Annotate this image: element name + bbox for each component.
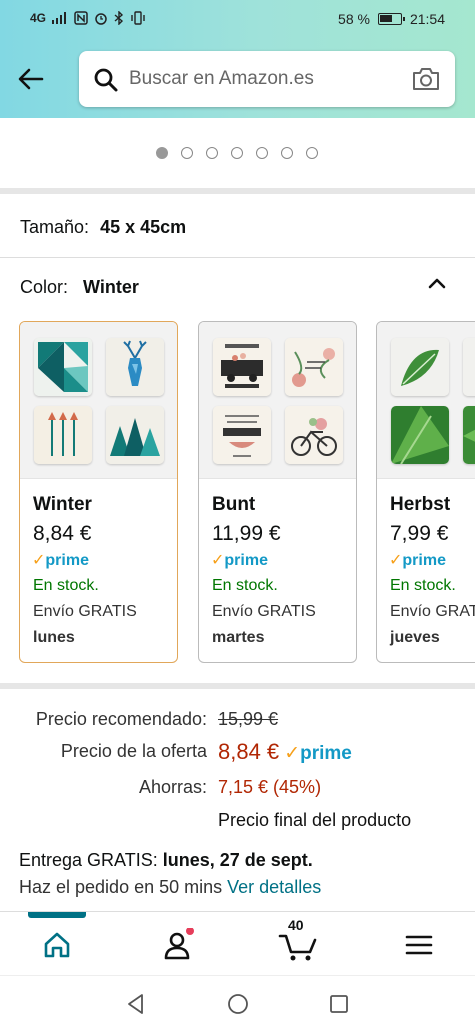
swatch-price: 8,84 € [33, 522, 92, 545]
color-swatch-list: Winter 8,84 € ✓prime En stock. Envío GRA… [19, 321, 475, 663]
offer-price-value: 8,84 € [218, 739, 280, 764]
swatch-price: 11,99 € [212, 522, 281, 545]
alarm-icon [95, 13, 107, 25]
delivery-label: Entrega GRATIS: [19, 850, 158, 870]
delivery-day: lunes [33, 629, 75, 646]
prime-badge: ✓prime [389, 552, 446, 569]
clock: 21:54 [409, 11, 445, 27]
system-navigation [0, 975, 475, 1029]
signal-icon [52, 12, 67, 24]
size-value: 45 x 45cm [100, 217, 187, 237]
swatch-bunt[interactable]: Bunt 11,99 € ✓prime En stock. Envío GRAT… [198, 321, 357, 663]
delivery-info: Entrega GRATIS: lunes, 27 de sept. [19, 850, 313, 871]
chevron-up-icon[interactable] [426, 272, 448, 294]
battery-percent: 58 % [338, 11, 370, 27]
home-icon[interactable] [40, 928, 74, 962]
swatch-herbst[interactable]: Herbst 7,99 € ✓prime En stock. Envío GRA… [376, 321, 475, 663]
active-tab-indicator [28, 912, 86, 918]
network-label: 4G [30, 11, 47, 25]
carousel-dot[interactable] [156, 147, 168, 159]
swatch-name: Herbst [390, 494, 451, 515]
search-bar[interactable] [79, 51, 455, 107]
offer-price: 8,84 € ✓prime [218, 739, 352, 765]
cart-icon[interactable] [278, 928, 318, 962]
bluetooth-icon [114, 11, 124, 25]
recommended-price-label: Precio recomendado: [35, 709, 207, 729]
camera-icon[interactable] [411, 66, 441, 92]
home-circle-icon[interactable] [226, 992, 250, 1016]
product-image-herbst [377, 322, 475, 479]
prime-label: prime [402, 552, 446, 569]
cart-count: 40 [288, 917, 304, 933]
divider [0, 188, 475, 194]
search-input[interactable] [129, 65, 399, 93]
swatch-name: Bunt [212, 494, 256, 515]
arrow-left-icon[interactable] [16, 64, 46, 94]
nfc-icon [74, 11, 88, 25]
shipping-info: Envío GRATIS [390, 603, 475, 620]
shipping-info: Envío GRATIS [33, 603, 137, 620]
back-triangle-icon[interactable] [124, 992, 148, 1016]
top-header: 4G 58 % 21:54 [0, 0, 475, 118]
prime-label: prime [224, 552, 268, 569]
recents-square-icon[interactable] [327, 992, 351, 1016]
status-bar: 4G 58 % 21:54 [0, 9, 475, 31]
divider [0, 257, 475, 258]
color-value: Winter [83, 277, 139, 297]
size-selector[interactable]: Tamaño: 45 x 45cm [20, 217, 186, 238]
notification-dot [186, 928, 194, 935]
prime-badge: ✓prime [211, 552, 268, 569]
image-carousel-dots [156, 147, 318, 159]
delivery-date: lunes, 27 de sept. [162, 850, 313, 870]
order-deadline: Haz el pedido en 50 mins Ver detalles [19, 877, 321, 898]
color-selector[interactable]: Color: Winter [20, 277, 139, 298]
divider [0, 683, 475, 689]
menu-icon[interactable] [402, 928, 436, 962]
offer-price-label: Precio de la oferta [60, 741, 207, 761]
order-deadline-text: Haz el pedido en 50 mins [19, 877, 223, 897]
delivery-day: martes [212, 629, 265, 646]
shipping-info: Envío GRATIS [212, 603, 316, 620]
swatch-winter[interactable]: Winter 8,84 € ✓prime En stock. Envío GRA… [19, 321, 178, 663]
savings-value: 7,15 € (45%) [218, 777, 322, 797]
account-icon[interactable] [160, 928, 194, 962]
swatch-price: 7,99 € [390, 522, 449, 545]
stock-status: En stock. [390, 577, 456, 594]
search-icon [94, 68, 118, 92]
size-label: Tamaño: [20, 217, 90, 237]
color-label: Color: [20, 277, 69, 297]
carousel-dot[interactable] [231, 147, 243, 159]
carousel-dot[interactable] [181, 147, 193, 159]
final-price-note: Precio final del producto [218, 810, 412, 830]
bottom-navigation [0, 911, 475, 975]
prime-badge: ✓prime [32, 552, 89, 569]
delivery-day: jueves [390, 629, 440, 646]
prime-label: prime [45, 552, 89, 569]
product-image-bunt [199, 322, 356, 479]
carousel-dot[interactable] [206, 147, 218, 159]
battery-icon [377, 13, 405, 25]
recommended-price-value: 15,99 € [218, 709, 279, 729]
stock-status: En stock. [33, 577, 99, 594]
product-image-winter [20, 322, 177, 479]
savings-label: Ahorras: [138, 777, 207, 797]
swatch-name: Winter [33, 494, 92, 515]
prime-label: prime [300, 743, 352, 764]
carousel-dot[interactable] [256, 147, 268, 159]
prime-badge: ✓prime [284, 743, 352, 764]
details-link[interactable]: Ver detalles [227, 877, 321, 897]
carousel-dot[interactable] [306, 147, 318, 159]
carousel-dot[interactable] [281, 147, 293, 159]
stock-status: En stock. [212, 577, 278, 594]
vibrate-icon [131, 11, 145, 25]
